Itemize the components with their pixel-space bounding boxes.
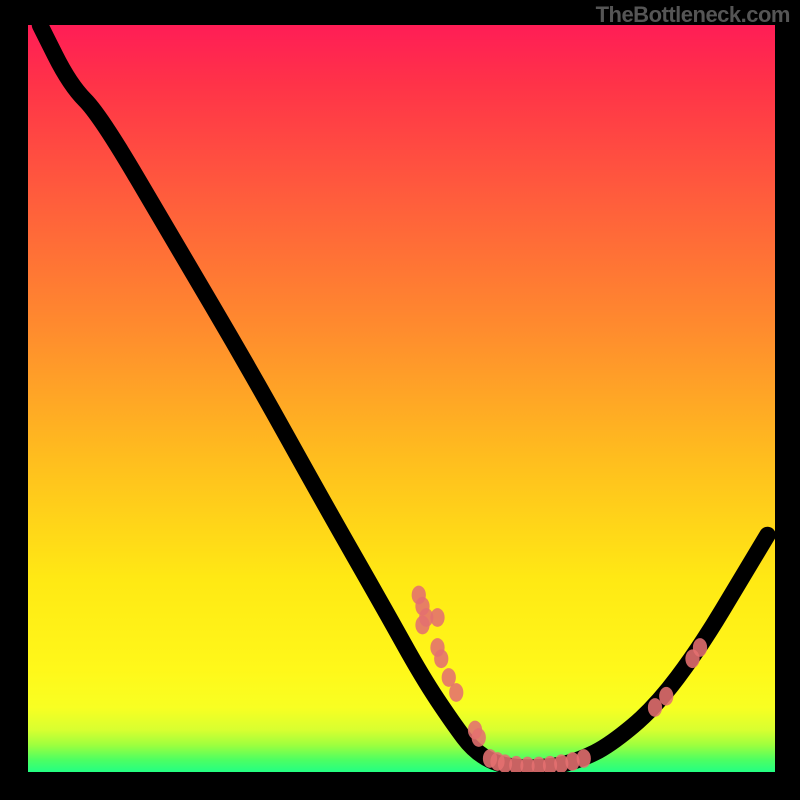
page: TheBottleneck.com — [0, 0, 800, 800]
bottleneck-curve-svg — [25, 25, 775, 775]
data-marker — [693, 638, 707, 657]
bottleneck-chart — [25, 25, 775, 775]
data-marker — [449, 683, 463, 702]
bottleneck-curve — [40, 25, 768, 768]
attribution-text: TheBottleneck.com — [596, 2, 790, 28]
data-marker — [430, 608, 444, 627]
data-marker — [577, 749, 591, 768]
data-marker — [415, 616, 429, 635]
data-marker — [434, 649, 448, 668]
data-marker — [659, 687, 673, 706]
data-markers — [412, 586, 708, 775]
data-marker — [648, 698, 662, 717]
data-marker — [472, 728, 486, 747]
